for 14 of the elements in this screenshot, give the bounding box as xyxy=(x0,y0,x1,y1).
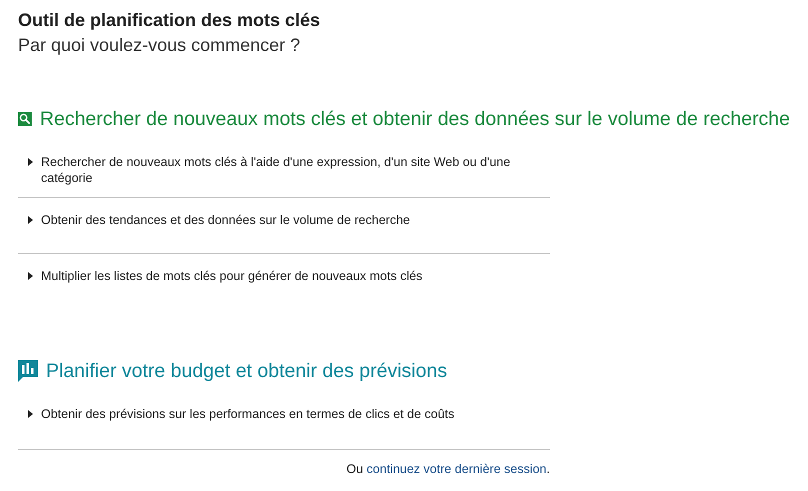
expand-arrow-icon[interactable] xyxy=(28,410,33,418)
footer-text: Ou continuez votre dernière session. xyxy=(346,462,550,476)
option-link[interactable]: Obtenir des prévisions sur les performances en termes de clics et de coûts xyxy=(41,406,454,422)
option-link[interactable]: Obtenir des tendances et des données sur le volume de recherche xyxy=(41,212,410,228)
page-subtitle: Par quoi voulez-vous commencer ? xyxy=(18,34,302,57)
section-heading: Rechercher de nouveaux mots clés et obtenir des données sur le volume de recherche xyxy=(40,107,790,132)
continue-session-link[interactable]: continuez votre dernière session xyxy=(366,462,547,476)
expand-arrow-icon[interactable] xyxy=(28,216,33,224)
option-link[interactable]: Multiplier les listes de mots clés pour générer de nouveaux mots clés xyxy=(41,268,422,284)
option-link[interactable]: Rechercher de nouveaux mots clés à l'aide d'une expression, d'un site Web ou d'une catégorie xyxy=(41,154,550,186)
expand-arrow-icon[interactable] xyxy=(28,158,33,166)
page-title: Outil de planification des mots clés xyxy=(18,9,322,32)
expand-arrow-icon[interactable] xyxy=(28,272,33,280)
section-heading: Planifier votre budget et obtenir des prévisions xyxy=(46,359,448,384)
